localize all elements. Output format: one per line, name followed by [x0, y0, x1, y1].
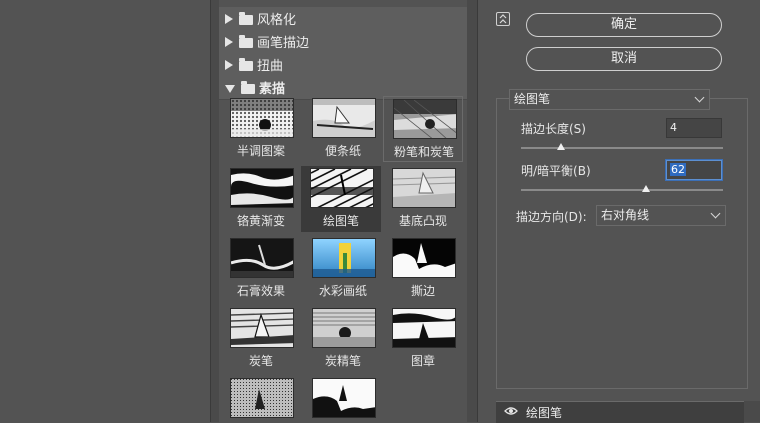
category-distort[interactable]: 扭曲	[219, 53, 467, 77]
thumb-label: 基底凸现	[398, 214, 447, 228]
filter-thumb-reticulation[interactable]	[221, 376, 301, 422]
stroke-length-slider-handle[interactable]	[557, 143, 566, 150]
filter-thumb-conte-crayon[interactable]: 炭精笔	[303, 306, 383, 372]
filter-thumbnail	[392, 168, 456, 208]
light-dark-balance-slider[interactable]	[521, 189, 723, 191]
effect-layer-row[interactable]: 绘图笔	[496, 401, 744, 423]
filter-thumbnail	[230, 168, 294, 208]
filter-thumb-stamp[interactable]: 图章	[383, 306, 463, 372]
gallery-settings-divider	[477, 0, 488, 422]
light-dark-balance-input[interactable]: 62	[666, 160, 722, 180]
filter-thumb-note-paper[interactable]: 便条纸	[303, 96, 383, 162]
category-label: 画笔描边	[257, 36, 310, 51]
thumb-label: 绘图笔	[322, 214, 359, 228]
filter-thumbnail	[312, 308, 376, 348]
filter-thumb-graphic-pen[interactable]: 绘图笔	[301, 166, 381, 232]
category-label: 风格化	[257, 13, 297, 28]
gallery-scrollbar[interactable]	[467, 0, 477, 422]
preview-area	[0, 0, 210, 422]
light-dark-balance-value: 62	[670, 163, 686, 176]
filter-thumb-halftone-pattern[interactable]: 半调图案	[221, 96, 301, 162]
chevron-down-icon	[694, 92, 705, 103]
category-stylize[interactable]: 风格化	[219, 7, 467, 31]
expand-arrow-icon[interactable]	[225, 13, 233, 24]
category-label: 扭曲	[257, 59, 284, 74]
filter-gallery: 风格化 画笔描边 扭曲 素描 半调图案 便条纸 粉笔和炭笔 铬黄渐变 绘图笔 基…	[219, 0, 467, 422]
thumb-label: 炭精笔	[324, 354, 361, 368]
thumb-label: 图章	[410, 354, 435, 368]
folder-icon	[239, 57, 253, 71]
layer-list-scrollbar[interactable]	[744, 401, 760, 422]
filter-thumbnail	[312, 98, 376, 138]
collapse-gallery-button[interactable]	[496, 12, 510, 26]
expand-arrow-icon[interactable]	[225, 59, 233, 70]
expand-arrow-icon[interactable]	[225, 36, 233, 47]
filter-thumbnail	[393, 99, 457, 139]
folder-icon	[239, 11, 253, 25]
filter-thumbnail	[312, 378, 376, 418]
light-dark-balance-label: 明/暗平衡(B)	[521, 164, 591, 178]
ok-button[interactable]: 确定	[526, 13, 722, 37]
filter-thumb-bas-relief[interactable]: 基底凸现	[383, 166, 463, 232]
filter-thumbnail	[312, 238, 376, 278]
filter-thumb-chrome[interactable]: 铬黄渐变	[221, 166, 301, 232]
thumb-label: 便条纸	[324, 144, 361, 158]
filter-thumbnail	[230, 238, 294, 278]
filter-thumb-plaster[interactable]: 石膏效果	[221, 236, 301, 302]
thumb-label: 粉笔和炭笔	[393, 145, 454, 159]
filter-thumbnail	[230, 98, 294, 138]
filter-thumb-torn-edges[interactable]: 撕边	[383, 236, 463, 302]
filter-type-dropdown[interactable]: 绘图笔	[509, 89, 710, 110]
filter-thumb-chalk-charcoal[interactable]: 粉笔和炭笔	[383, 96, 463, 162]
chevron-down-icon	[710, 208, 721, 219]
thumb-label: 撕边	[410, 284, 435, 298]
stroke-direction-dropdown[interactable]: 右对角线	[596, 205, 726, 226]
folder-open-icon	[241, 80, 255, 94]
filter-thumb-charcoal[interactable]: 炭笔	[221, 306, 301, 372]
filter-thumb-water-paper[interactable]: 水彩画纸	[303, 236, 383, 302]
thumb-label: 石膏效果	[236, 284, 285, 298]
thumb-label: 半调图案	[236, 144, 285, 158]
filter-thumb-photocopy[interactable]	[303, 376, 383, 422]
filter-thumbnail	[230, 378, 294, 418]
filter-settings-panel	[496, 98, 748, 389]
stroke-direction-value: 右对角线	[601, 208, 650, 222]
filter-thumbnail	[310, 168, 374, 208]
cancel-button[interactable]: 取消	[526, 47, 722, 71]
light-dark-balance-slider-handle[interactable]	[642, 185, 651, 192]
collapse-arrows-icon	[499, 14, 507, 24]
stroke-length-input[interactable]: 4	[666, 118, 722, 138]
category-brush-strokes[interactable]: 画笔描边	[219, 30, 467, 54]
effect-layer-name: 绘图笔	[526, 406, 563, 420]
thumb-label: 水彩画纸	[318, 284, 367, 298]
filter-thumbnail	[392, 238, 456, 278]
filter-thumbnail	[392, 308, 456, 348]
thumb-label: 炭笔	[248, 354, 273, 368]
stroke-length-label: 描边长度(S)	[521, 122, 586, 136]
folder-icon	[239, 34, 253, 48]
eye-icon[interactable]	[504, 406, 518, 416]
thumb-label: 铬黄渐变	[236, 214, 285, 228]
stroke-direction-label: 描边方向(D):	[516, 210, 587, 224]
collapse-arrow-icon[interactable]	[225, 84, 235, 93]
filter-type-value: 绘图笔	[514, 92, 551, 106]
filter-thumbnail	[230, 308, 294, 348]
category-label: 素描	[259, 82, 286, 97]
stroke-length-slider[interactable]	[521, 147, 723, 149]
